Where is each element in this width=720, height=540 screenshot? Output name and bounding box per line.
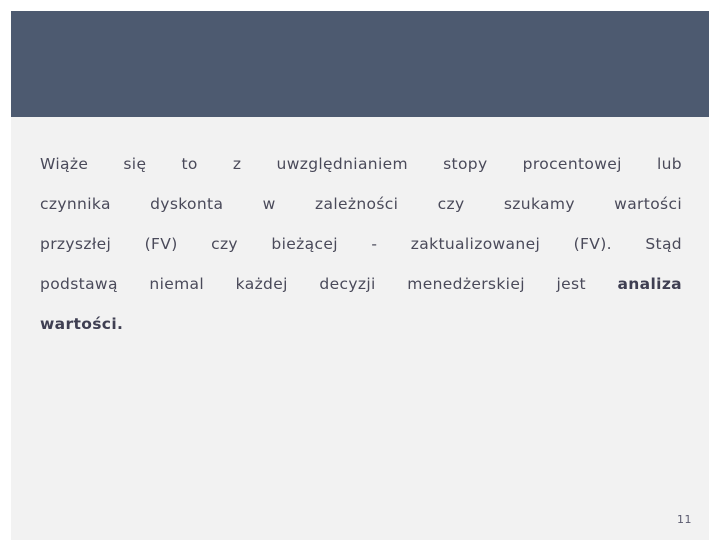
body-text-run: Wiąże się to z uwzględnianiem stopy proc… [40,155,682,173]
body-text-line: czynnika dyskonta w zależności czy szuka… [40,184,682,224]
body-text-run: przyszłej (FV) czy bieżącej - zaktualizo… [40,235,682,253]
slide: Wiąże się to z uwzględnianiem stopy proc… [0,0,720,540]
slide-header-band [11,11,709,117]
body-text-line: wartości. [40,304,682,344]
page-margin-right [709,0,720,540]
body-text-emphasis: analiza [617,275,682,293]
slide-body: Wiąże się to z uwzględnianiem stopy proc… [40,144,682,344]
page-margin-left [0,0,11,540]
page-margin-top [0,0,720,11]
page-number: 11 [677,513,692,526]
body-text-line: Wiąże się to z uwzględnianiem stopy proc… [40,144,682,184]
body-text-emphasis: wartości. [40,315,124,333]
body-text-line: podstawą niemal każdej decyzji menedżers… [40,264,682,304]
body-text-run: czynnika dyskonta w zależności czy szuka… [40,195,682,213]
body-text-run: podstawą niemal każdej decyzji menedżers… [40,275,618,293]
body-text-line: przyszłej (FV) czy bieżącej - zaktualizo… [40,224,682,264]
